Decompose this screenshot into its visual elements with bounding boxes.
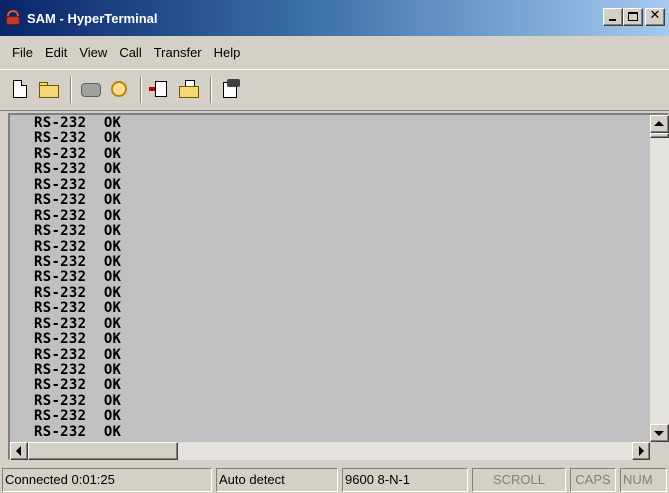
close-icon: ✕ — [649, 8, 661, 23]
terminal-line: RS-232 OK — [34, 238, 122, 255]
maximize-icon — [628, 12, 638, 21]
minimize-button[interactable] — [603, 8, 623, 26]
horizontal-scrollbar[interactable] — [10, 442, 650, 460]
arrow-down-icon — [654, 431, 664, 436]
close-button[interactable]: ✕ — [645, 8, 665, 26]
status-connection: Connected 0:01:25 — [2, 468, 212, 492]
terminal-line: RS-232 OK — [34, 115, 122, 131]
status-port-settings: 9600 8-N-1 — [342, 468, 468, 492]
menu-edit[interactable]: Edit — [39, 45, 73, 60]
terminal-line: RS-232 OK — [34, 423, 122, 440]
new-icon — [13, 80, 27, 98]
properties-button[interactable] — [218, 77, 244, 103]
terminal-line: RS-232 OK — [34, 331, 122, 348]
terminal-line: RS-232 OK — [34, 223, 122, 240]
status-caps: CAPS — [570, 468, 616, 492]
vertical-scrollbar[interactable] — [650, 115, 669, 442]
terminal-line: RS-232 OK — [34, 192, 122, 209]
connect-button[interactable] — [106, 77, 132, 103]
toolbar — [0, 69, 669, 111]
terminal-line: RS-232 OK — [34, 392, 122, 409]
terminal-output[interactable]: RS-232 OK RS-232 OK RS-232 OK RS-232 OK RS-2… — [10, 115, 650, 442]
scroll-down-button[interactable] — [650, 424, 669, 442]
terminal-line: RS-232 OK — [34, 362, 122, 378]
status-scroll: SCROLL — [472, 468, 566, 492]
hyperterminal-phone-icon[interactable] — [4, 9, 22, 27]
terminal-line: RS-232 OK — [34, 346, 122, 363]
terminal-line: RS-232 OK — [34, 176, 122, 193]
caption-buttons: ✕ — [603, 8, 665, 26]
status-bar: Connected 0:01:25 Auto detect 9600 8-N-1… — [0, 466, 669, 493]
status-num: NUM — [620, 468, 667, 492]
arrow-left-icon — [16, 446, 21, 456]
new-connection-button[interactable] — [8, 77, 34, 103]
toolbar-separator — [140, 77, 142, 103]
menu-file[interactable]: File — [6, 45, 39, 60]
scroll-left-button[interactable] — [10, 442, 28, 460]
receive-button[interactable] — [176, 77, 202, 103]
minimize-icon — [609, 19, 616, 21]
terminal-line: RS-232 OK — [34, 408, 122, 425]
terminal-line: RS-232 OK — [34, 269, 122, 286]
menu-help[interactable]: Help — [208, 45, 247, 60]
disconnect-icon — [81, 83, 101, 97]
maximize-button[interactable] — [623, 8, 643, 26]
menu-call[interactable]: Call — [113, 45, 147, 60]
terminal-line: RS-232 OK — [34, 315, 122, 332]
arrow-right-icon — [639, 446, 644, 456]
terminal-line: RS-232 OK — [34, 145, 122, 162]
scroll-up-button[interactable] — [650, 115, 669, 133]
terminal-line: RS-232 OK — [34, 207, 122, 224]
menu-bar: File Edit View Call Transfer Help — [0, 36, 669, 68]
title-bar[interactable]: SAM - HyperTerminal ✕ — [0, 0, 669, 36]
terminal-line: RS-232 OK — [34, 284, 122, 301]
disconnect-button[interactable] — [78, 77, 104, 103]
connect-icon — [111, 81, 127, 97]
vertical-scroll-thumb[interactable] — [650, 133, 669, 138]
terminal-line: RS-232 OK — [34, 253, 122, 270]
terminal-frame: RS-232 OK RS-232 OK RS-232 OK RS-232 OK RS-2… — [8, 113, 669, 460]
terminal-lines: RS-232 OK RS-232 OK RS-232 OK RS-232 OK RS-2… — [34, 115, 122, 440]
terminal-line: RS-232 OK — [34, 300, 122, 317]
terminal-line: RS-232 OK — [34, 161, 122, 178]
window-title: SAM - HyperTerminal — [27, 10, 158, 26]
open-button[interactable] — [36, 77, 62, 103]
horizontal-scroll-thumb[interactable] — [28, 442, 178, 460]
scroll-right-button[interactable] — [632, 442, 650, 460]
menu-view[interactable]: View — [73, 45, 113, 60]
toolbar-separator — [70, 77, 72, 103]
terminal-line: RS-232 OK — [34, 377, 122, 394]
scrollbar-corner — [650, 442, 669, 460]
toolbar-separator — [210, 77, 212, 103]
status-auto-detect: Auto detect — [216, 468, 338, 492]
menu-transfer[interactable]: Transfer — [148, 45, 208, 60]
arrow-up-icon — [654, 121, 664, 126]
terminal-line: RS-232 OK — [34, 130, 122, 147]
send-button[interactable] — [148, 77, 174, 103]
